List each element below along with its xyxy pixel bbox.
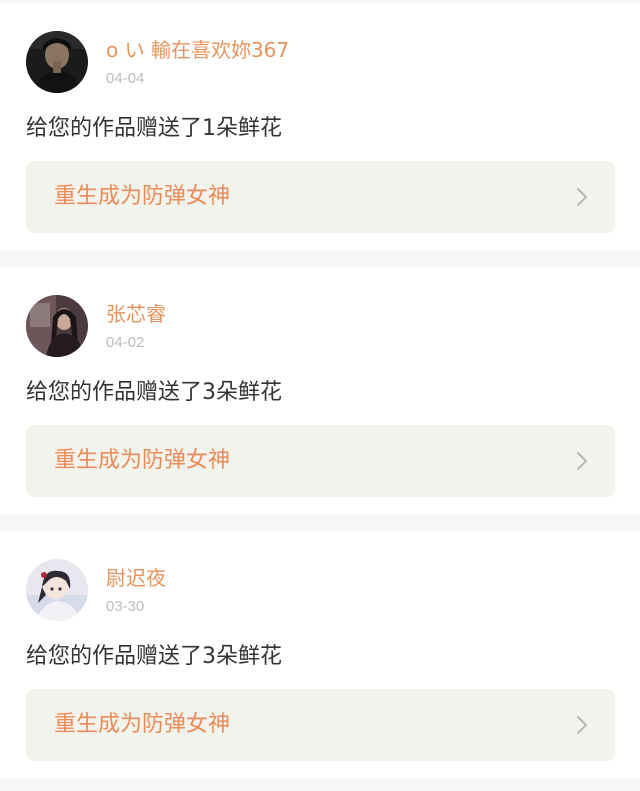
book-link[interactable]: 重生成为防弹女神 <box>26 425 615 497</box>
username[interactable]: 尉迟夜 <box>106 565 166 591</box>
notification-card: 尉迟夜 03-30 给您的作品赠送了3朵鲜花 重生成为防弹女神 <box>0 531 640 779</box>
book-title: 重生成为防弹女神 <box>54 712 231 737</box>
gift-message: 给您的作品赠送了1朵鲜花 <box>26 116 282 141</box>
date: 04-02 <box>106 334 145 351</box>
avatar[interactable] <box>26 31 88 93</box>
book-link[interactable]: 重生成为防弹女神 <box>26 689 615 761</box>
book-title: 重生成为防弹女神 <box>54 184 231 209</box>
notification-card: 张芯睿 04-02 给您的作品赠送了3朵鲜花 重生成为防弹女神 <box>0 267 640 515</box>
avatar-image <box>26 559 88 621</box>
username[interactable]: 张芯睿 <box>106 301 166 327</box>
date: 03-30 <box>106 598 145 615</box>
notification-card: o い 輸在喜欢妳367 04-04 给您的作品赠送了1朵鲜花 重生成为防弹女神 <box>0 3 640 251</box>
username[interactable]: o い 輸在喜欢妳367 <box>106 37 289 63</box>
gift-message: 给您的作品赠送了3朵鲜花 <box>26 380 282 405</box>
book-link[interactable]: 重生成为防弹女神 <box>26 161 615 233</box>
date: 04-04 <box>106 70 145 87</box>
avatar-image <box>26 295 88 357</box>
avatar[interactable] <box>26 559 88 621</box>
gift-message: 给您的作品赠送了3朵鲜花 <box>26 644 282 669</box>
avatar-image <box>26 31 88 93</box>
gift-notification-feed: o い 輸在喜欢妳367 04-04 给您的作品赠送了1朵鲜花 重生成为防弹女神… <box>0 0 640 791</box>
chevron-right-icon <box>575 451 589 471</box>
avatar[interactable] <box>26 295 88 357</box>
chevron-right-icon <box>575 187 589 207</box>
chevron-right-icon <box>575 715 589 735</box>
book-title: 重生成为防弹女神 <box>54 448 231 473</box>
